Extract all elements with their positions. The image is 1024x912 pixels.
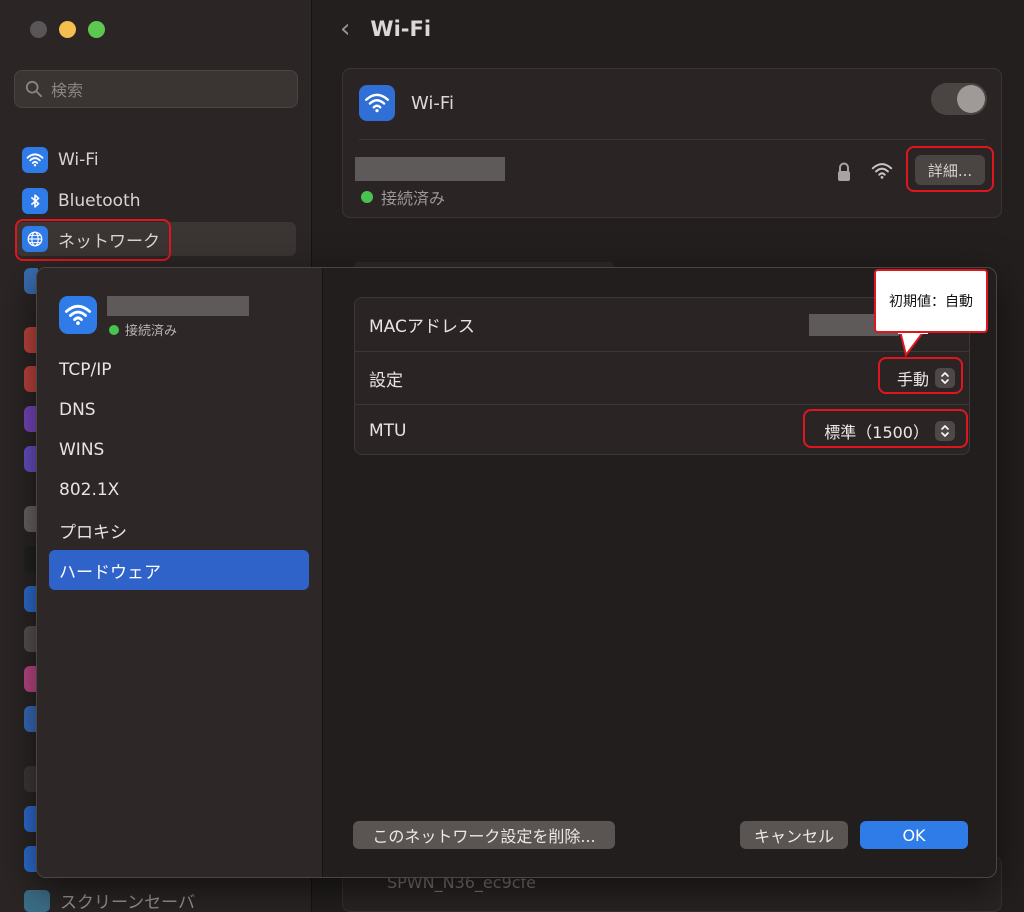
page-title: Wi-Fi [370, 17, 432, 41]
details-button[interactable]: 詳細... [915, 155, 985, 185]
status-text: 接続済み [381, 189, 446, 208]
globe-icon [22, 226, 48, 252]
config-label: 設定 [369, 370, 403, 391]
sheet-footer: このネットワーク設定を削除... キャンセル OK [324, 821, 996, 851]
minimize-window-button[interactable] [59, 21, 76, 38]
sidebar-item-wifi[interactable]: Wi-Fi [22, 143, 294, 177]
search-field[interactable]: 検索 [14, 70, 298, 108]
bluetooth-icon [22, 188, 48, 214]
mtu-row: MTU 標準（1500） [355, 404, 969, 457]
nav-item-proxy[interactable]: プロキシ [49, 510, 309, 550]
sheet-nav: TCP/IP DNS WINS 802.1X プロキシ ハードウェア [49, 350, 309, 590]
config-row: 設定 手動 [355, 351, 969, 404]
nav-item-8021x[interactable]: 802.1X [49, 470, 309, 510]
sheet-sidebar: 接続済み TCP/IP DNS WINS 802.1X プロキシ ハードウェア [37, 268, 323, 877]
callout-tail [898, 331, 928, 357]
sidebar-item-bluetooth[interactable]: Bluetooth [22, 184, 294, 218]
sidebar-item-network[interactable]: ネットワーク [16, 222, 296, 256]
status-text: 接続済み [125, 324, 178, 339]
divider [359, 139, 985, 140]
wifi-icon [22, 147, 48, 173]
wifi-icon [59, 296, 97, 334]
nav-item-hardware[interactable]: ハードウェア [49, 550, 309, 590]
wifi-toggle[interactable] [931, 83, 987, 115]
zoom-window-button[interactable] [88, 21, 105, 38]
wifi-card: Wi-Fi 接続済み 詳細... [342, 68, 1002, 218]
mtu-value: 標準（1500） [824, 423, 929, 442]
ok-button[interactable]: OK [860, 821, 968, 849]
config-popup[interactable]: 手動 [897, 366, 955, 390]
chevron-updown-icon [935, 368, 955, 388]
nav-item-tcpip[interactable]: TCP/IP [49, 350, 309, 390]
sidebar-item-label: Wi-Fi [58, 150, 99, 170]
close-window-button[interactable] [30, 21, 47, 38]
wifi-signal-icon [871, 163, 893, 179]
connected-dot-icon [361, 191, 373, 203]
sidebar-item-screensaver[interactable]: スクリーンセーバ [24, 888, 195, 912]
sheet-content: MACアドレス 設定 手動 MTU 標準（1500） このネットワーク設定を削除… [324, 268, 996, 877]
config-value: 手動 [896, 370, 929, 389]
wifi-label: Wi-Fi [411, 93, 454, 114]
redacted-network-name [107, 296, 249, 316]
mtu-label: MTU [369, 421, 407, 441]
search-placeholder: 検索 [51, 81, 84, 100]
cancel-button[interactable]: キャンセル [740, 821, 848, 849]
annotation-callout: 初期値：自動 [874, 269, 988, 333]
connected-dot-icon [109, 324, 119, 335]
sidebar-item-label: Bluetooth [58, 191, 141, 211]
connection-status: 接続済み [361, 185, 445, 209]
nav-item-dns[interactable]: DNS [49, 390, 309, 430]
search-icon [25, 80, 43, 98]
page-header: ‹ Wi-Fi [340, 14, 431, 44]
chevron-updown-icon [935, 421, 955, 441]
sidebar-item-label: スクリーンセーバ [60, 893, 195, 912]
nav-item-wins[interactable]: WINS [49, 430, 309, 470]
screensaver-icon [24, 889, 50, 912]
mtu-popup[interactable]: 標準（1500） [824, 419, 955, 443]
redacted-network-name [355, 157, 505, 181]
wifi-icon [359, 85, 395, 121]
sidebar-item-label: ネットワーク [58, 231, 160, 252]
connection-status: 接続済み [109, 320, 177, 339]
back-chevron-icon[interactable]: ‹ [340, 14, 350, 44]
mac-address-label: MACアドレス [369, 317, 475, 337]
network-details-sheet: 接続済み TCP/IP DNS WINS 802.1X プロキシ ハードウェア … [36, 267, 997, 878]
lock-icon [838, 162, 850, 181]
delete-network-button[interactable]: このネットワーク設定を削除... [353, 821, 615, 849]
